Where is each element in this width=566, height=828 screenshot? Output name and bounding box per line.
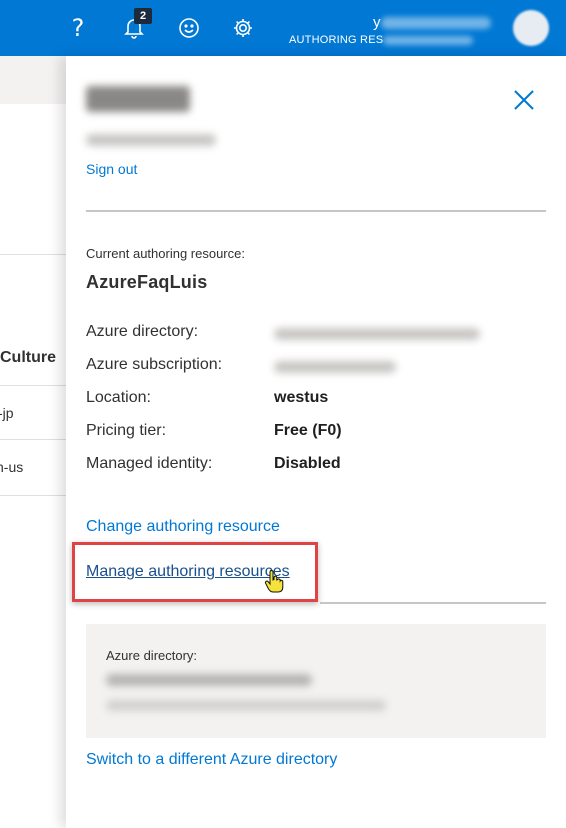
detail-row-pricing-tier: Pricing tier: Free (F0): [86, 422, 536, 444]
user-role: AUTHORING RES: [289, 34, 474, 46]
account-panel: Sign out Current authoring resource: Azu…: [66, 56, 566, 828]
detail-value-redacted: [274, 328, 480, 340]
user-email: [86, 134, 216, 146]
resource-name: AzureFaqLuis: [86, 272, 208, 292]
detail-value-redacted: [274, 361, 396, 373]
manage-authoring-resources-link[interactable]: Manage authoring resources: [86, 563, 290, 581]
detail-value: westus: [274, 389, 329, 406]
detail-row-location: Location: westus: [86, 389, 536, 411]
directory-label: Azure directory:: [106, 648, 198, 663]
current-resource-label: Current authoring resource:: [86, 246, 245, 261]
user-display-name: [86, 86, 190, 112]
divider: [320, 602, 546, 604]
detail-key: Managed identity:: [86, 455, 213, 472]
detail-value: Free (F0): [274, 422, 342, 439]
user-account-menu[interactable]: y AUTHORING RES: [289, 12, 509, 52]
hand-cursor-icon: [264, 570, 284, 594]
top-bar: ? 2 y AUTHORING RES: [0, 0, 566, 56]
detail-key: Azure directory:: [86, 323, 199, 340]
background-header-bar: [0, 56, 66, 104]
divider: [86, 210, 546, 212]
avatar[interactable]: [513, 10, 549, 46]
detail-key: Azure subscription:: [86, 356, 223, 373]
detail-value: Disabled: [274, 455, 341, 472]
detail-row-directory: Azure directory:: [86, 323, 536, 345]
culture-column-header: Culture: [0, 349, 56, 366]
table-row: n-us: [0, 459, 24, 475]
notification-badge: 2: [134, 8, 152, 24]
change-authoring-resource-link[interactable]: Change authoring resource: [86, 518, 280, 536]
user-name: y: [373, 14, 491, 31]
detail-key: Location:: [86, 389, 151, 406]
switch-directory-link[interactable]: Switch to a different Azure directory: [86, 751, 337, 769]
directory-id-redacted: [106, 700, 386, 711]
sign-out-link[interactable]: Sign out: [86, 161, 137, 177]
detail-row-subscription: Azure subscription:: [86, 356, 536, 378]
divider: [0, 495, 66, 496]
background-page: Culture -jp n-us: [0, 56, 66, 828]
divider: [0, 254, 66, 255]
table-row: -jp: [0, 405, 14, 421]
directory-name-redacted: [106, 674, 312, 686]
azure-directory-box: Azure directory:: [86, 624, 546, 738]
detail-key: Pricing tier:: [86, 422, 167, 439]
smiley-icon[interactable]: [175, 14, 203, 42]
divider: [0, 439, 66, 440]
divider: [0, 385, 66, 386]
gear-icon[interactable]: [229, 14, 257, 42]
close-icon[interactable]: [512, 88, 536, 112]
help-icon[interactable]: ?: [64, 14, 92, 42]
detail-row-managed-identity: Managed identity: Disabled: [86, 455, 536, 477]
